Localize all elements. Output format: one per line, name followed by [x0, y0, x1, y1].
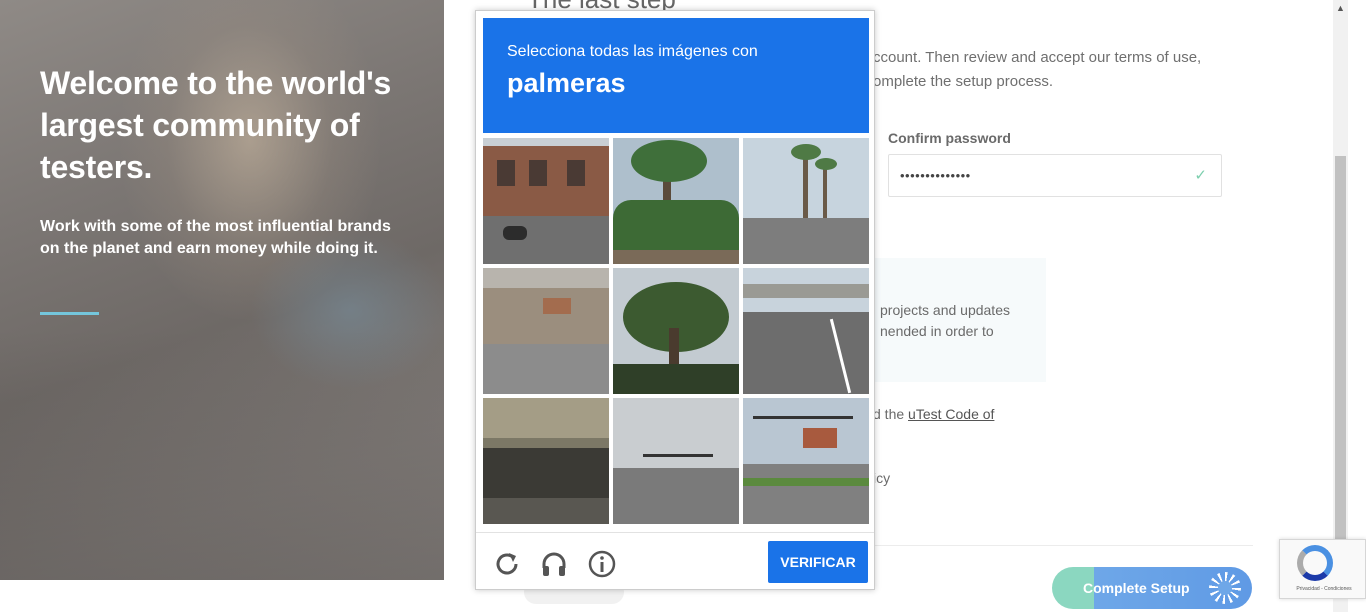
hero-panel: Welcome to the world's largest community…: [0, 0, 444, 580]
code-of-conduct-link[interactable]: uTest Code of: [908, 406, 994, 422]
captcha-footer-divider: [476, 532, 874, 533]
hero-accent-rule: [40, 312, 99, 315]
audio-headphones-icon[interactable]: [538, 548, 570, 580]
confirm-password-label: Confirm password: [888, 130, 1011, 146]
form-intro-text: ccount. Then review and accept our terms…: [873, 49, 1202, 90]
captcha-tile-intersection[interactable]: [743, 398, 869, 524]
form-divider: [873, 545, 1253, 546]
captcha-instruction: Selecciona todas las imágenes con: [507, 43, 758, 60]
captcha-tile-palm-fronds[interactable]: [613, 268, 739, 394]
reload-icon[interactable]: [491, 548, 523, 580]
complete-setup-button[interactable]: Complete Setup: [1052, 567, 1252, 609]
checkmark-icon: ✓: [1194, 167, 1207, 184]
captcha-tile-palm-road[interactable]: [743, 138, 869, 264]
captcha-tile-sidewalk[interactable]: [483, 268, 609, 394]
code-of-conduct-line: d the uTest Code of: [873, 406, 994, 422]
info-icon[interactable]: [586, 548, 618, 580]
captcha-tile-palm-tree[interactable]: [613, 138, 739, 264]
hero-heading: Welcome to the world's largest community…: [40, 65, 392, 185]
captcha-tile-brick-building[interactable]: [483, 138, 609, 264]
confirm-password-field[interactable]: •••••••••••••• ✓: [888, 154, 1222, 197]
complete-setup-label: Complete Setup: [1083, 580, 1190, 596]
captcha-tile-bridge-underside[interactable]: [483, 398, 609, 524]
recaptcha-logo-icon: [1297, 545, 1333, 581]
recaptcha-badge[interactable]: Privacidad - Condiciones: [1279, 539, 1366, 599]
captcha-target-word: palmeras: [507, 68, 626, 98]
loading-spinner-icon: [1209, 572, 1241, 604]
hero-subheading: Work with some of the most influential b…: [40, 218, 391, 257]
captcha-tile-traffic-light[interactable]: [613, 398, 739, 524]
page: Welcome to the world's largest community…: [0, 0, 1366, 612]
confirm-password-value: ••••••••••••••: [900, 168, 971, 183]
privacy-link-fragment[interactable]: icy: [873, 470, 890, 486]
scrollbar-thumb[interactable]: [1335, 156, 1346, 541]
code-prefix: d the: [873, 406, 909, 422]
recaptcha-badge-text[interactable]: Privacidad - Condiciones: [1284, 586, 1364, 592]
hero-photo-shade: [0, 330, 444, 580]
captcha-header: Selecciona todas las imágenes con palmer…: [483, 18, 869, 133]
captcha-tile-overpass[interactable]: [743, 268, 869, 394]
info-text: projects and updates nended in order to: [880, 302, 1010, 339]
scroll-up-arrow-icon[interactable]: ▲: [1336, 3, 1345, 13]
info-box: projects and updates nended in order to: [868, 258, 1046, 382]
captcha-dialog: Selecciona todas las imágenes con palmer…: [475, 10, 875, 590]
verify-button[interactable]: VERIFICAR: [768, 541, 868, 583]
